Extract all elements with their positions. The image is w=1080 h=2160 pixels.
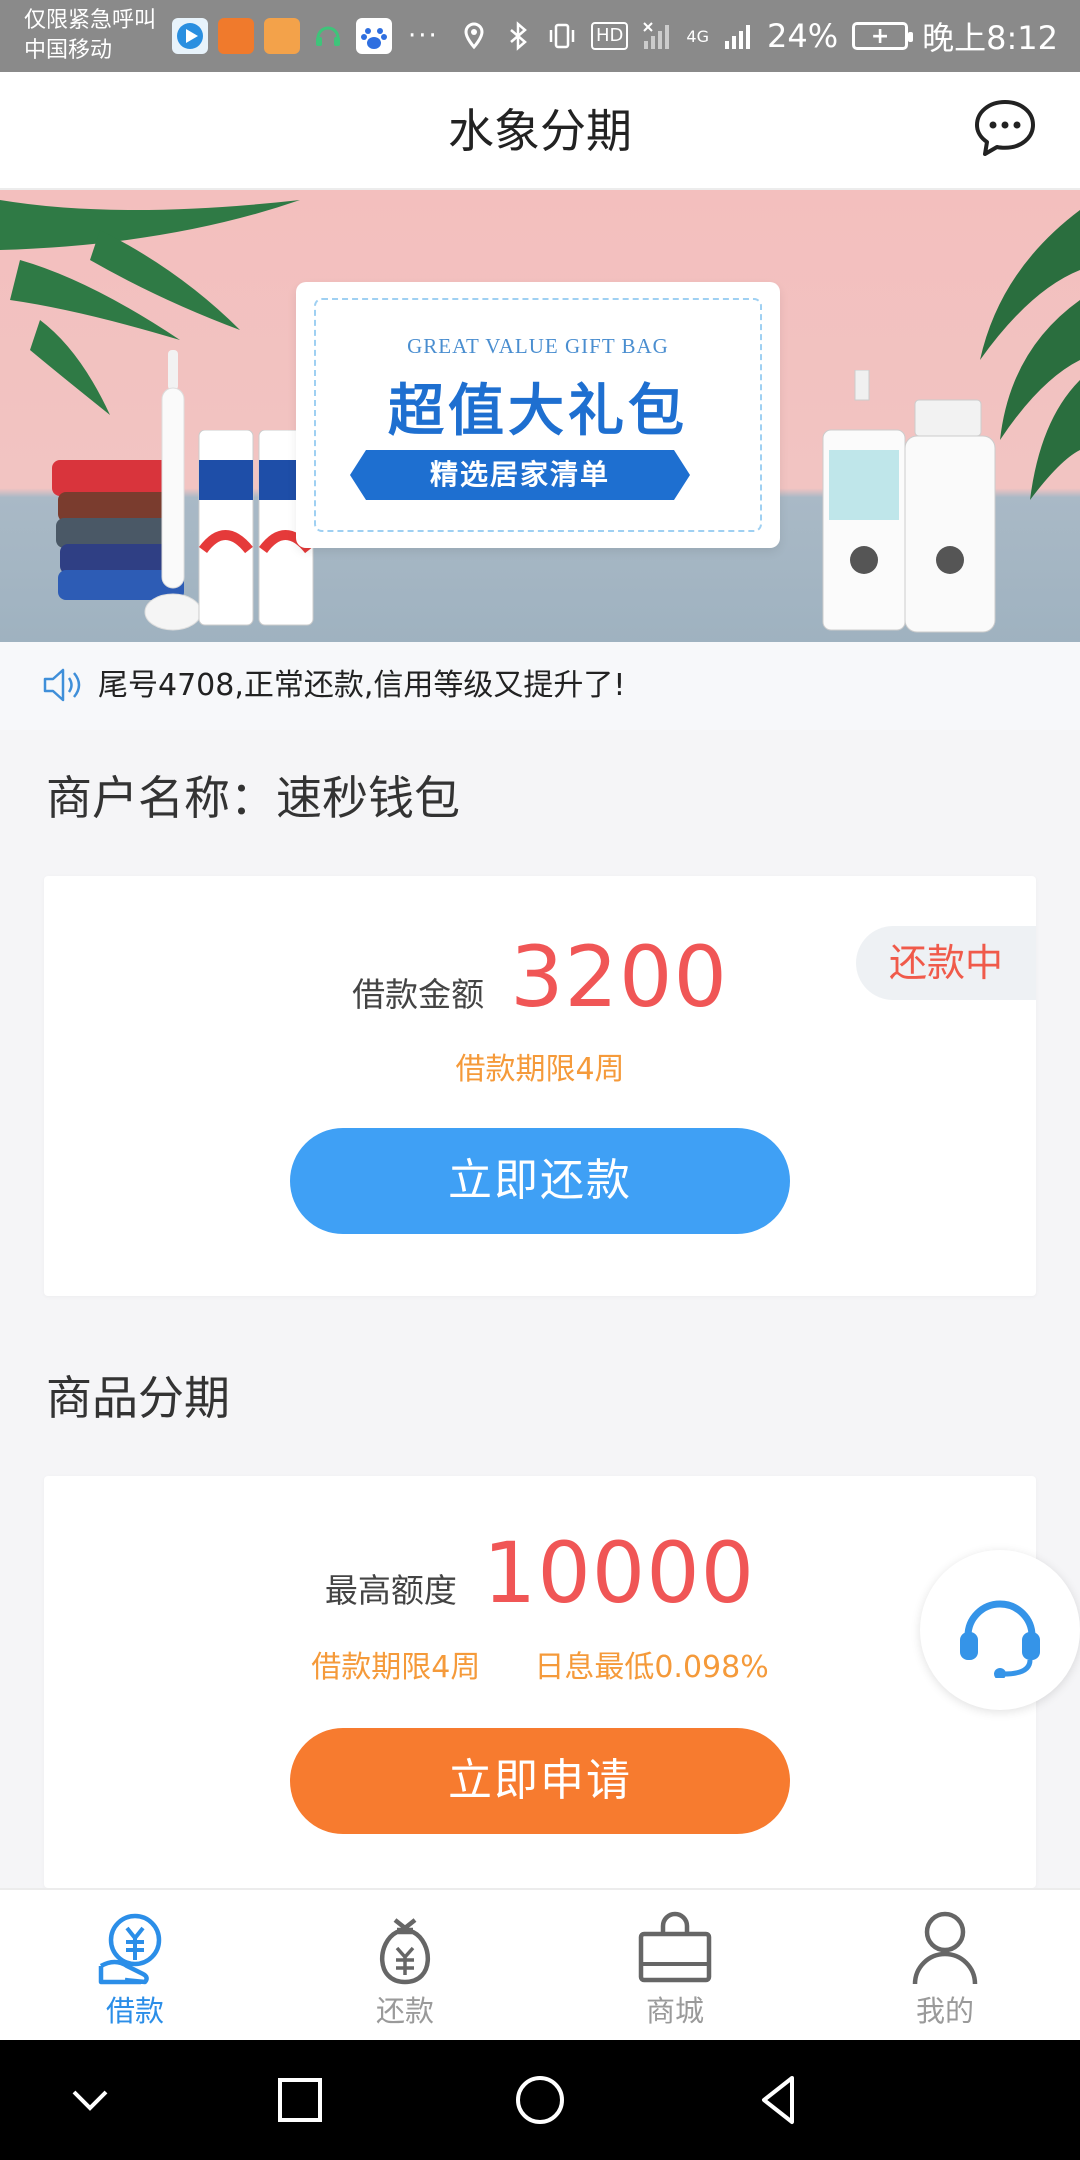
baidu-app-icon <box>356 18 392 54</box>
vibrate-icon <box>549 23 575 49</box>
home-icon[interactable] <box>510 2070 570 2130</box>
recent-apps-icon[interactable] <box>270 2070 330 2130</box>
loan-amount-label: 借款金额 <box>352 975 485 1014</box>
tab-loan-label: 借款 <box>105 1994 164 2028</box>
system-navigation-bar <box>0 2040 1080 2160</box>
banner-ribbon: 精选居家清单 <box>350 450 690 500</box>
notification-icons: ··· <box>172 18 439 54</box>
headset-icon <box>960 1600 1040 1678</box>
more-notifications: ··· <box>408 21 439 51</box>
lotion-bottles-image <box>822 370 996 633</box>
product-installment-card: 最高额度 10000 借款期限4周 日息最低0.098% 立即申请 <box>44 1476 1036 1888</box>
signal-2-icon <box>725 25 750 49</box>
credit-limit-label: 最高额度 <box>324 1571 457 1610</box>
loan-amount-row: 借款金额 3200 <box>44 928 1036 1026</box>
money-bag-icon <box>380 1918 430 1985</box>
network-type: 4G <box>686 26 709 46</box>
apply-now-button[interactable]: 立即申请 <box>290 1728 790 1834</box>
chat-bubble-icon[interactable] <box>972 96 1038 162</box>
battery-charging-icon: + <box>852 22 914 50</box>
car-app-icon <box>218 18 254 54</box>
merchant-title: 商户名称：速秒钱包 <box>46 771 460 825</box>
banner-chinese-title: 超值大礼包 <box>388 379 688 444</box>
carrier-info: 仅限紧急呼叫 中国移动 <box>24 6 156 66</box>
video-app-icon <box>172 18 208 54</box>
shop-app-icon <box>264 18 300 54</box>
loan-term-row: 借款期限4周 <box>44 1044 1036 1088</box>
carrier-line-1: 仅限紧急呼叫 <box>24 8 157 33</box>
banner-english-title: GREAT VALUE GIFT BAG <box>407 334 669 358</box>
clock: 晚上8:12 <box>922 19 1058 57</box>
customer-service-button[interactable] <box>920 1550 1080 1710</box>
loan-amount-value: 3200 <box>510 928 728 1026</box>
tab-mine[interactable]: 我的 <box>810 1890 1080 2040</box>
tab-mall[interactable]: 商城 <box>540 1890 810 2040</box>
banner-card: GREAT VALUE GIFT BAG 超值大礼包 精选居家清单 <box>296 282 780 548</box>
app-header: 水象分期 <box>0 72 1080 190</box>
notice-bar[interactable]: 尾号4708,正常还款,信用等级又提升了! <box>0 642 1080 730</box>
headset-notification-icon <box>310 18 346 54</box>
location-icon <box>464 22 484 50</box>
carrier-line-2: 中国移动 <box>24 38 113 63</box>
bottom-tab-bar: 借款 还款 商城 我的 <box>0 1888 1080 2040</box>
promo-banner[interactable]: GREAT VALUE GIFT BAG 超值大礼包 精选居家清单 <box>0 190 1080 642</box>
loan-term: 借款期限4周 <box>455 1052 625 1087</box>
signal-1-icon <box>643 22 670 49</box>
collapse-chevron-icon[interactable] <box>60 2070 120 2130</box>
app-screen: 仅限紧急呼叫 中国移动 ··· HD 4G 24% + 晚上8:12 水象分期 … <box>0 0 1080 2160</box>
merchant-loan-card: 还款中 借款金额 3200 借款期限4周 立即还款 <box>44 876 1036 1296</box>
credit-limit-row: 最高额度 10000 <box>44 1524 1036 1622</box>
speaker-icon <box>43 668 81 702</box>
repay-now-button[interactable]: 立即还款 <box>290 1128 790 1234</box>
tab-loan[interactable]: 借款 <box>0 1890 270 2040</box>
system-indicators: HD 4G 24% + 晚上8:12 <box>459 0 1058 72</box>
product-term: 借款期限4周 <box>311 1650 481 1685</box>
page-title: 水象分期 <box>448 104 632 158</box>
person-icon <box>912 1911 978 1985</box>
tab-mall-label: 商城 <box>645 1994 704 2028</box>
tab-mine-label: 我的 <box>915 1994 974 2028</box>
product-terms-row: 借款期限4周 日息最低0.098% <box>44 1642 1036 1686</box>
credit-limit-value: 10000 <box>482 1524 756 1622</box>
loan-icon <box>98 1913 162 1985</box>
daily-rate: 日息最低0.098% <box>534 1650 769 1685</box>
status-bar: 仅限紧急呼叫 中国移动 ··· HD 4G 24% + 晚上8:12 <box>0 0 1080 72</box>
tab-repay-label: 还款 <box>375 1994 434 2028</box>
battery-percent: 24% <box>767 17 839 55</box>
notice-text: 尾号4708,正常还款,信用等级又提升了! <box>98 668 626 703</box>
shopping-bag-icon <box>638 1911 712 1983</box>
product-installment-title: 商品分期 <box>46 1371 230 1425</box>
back-icon[interactable] <box>750 2070 810 2130</box>
hd-badge: HD <box>591 22 629 50</box>
tab-repay[interactable]: 还款 <box>270 1890 540 2040</box>
bluetooth-icon <box>510 21 527 51</box>
